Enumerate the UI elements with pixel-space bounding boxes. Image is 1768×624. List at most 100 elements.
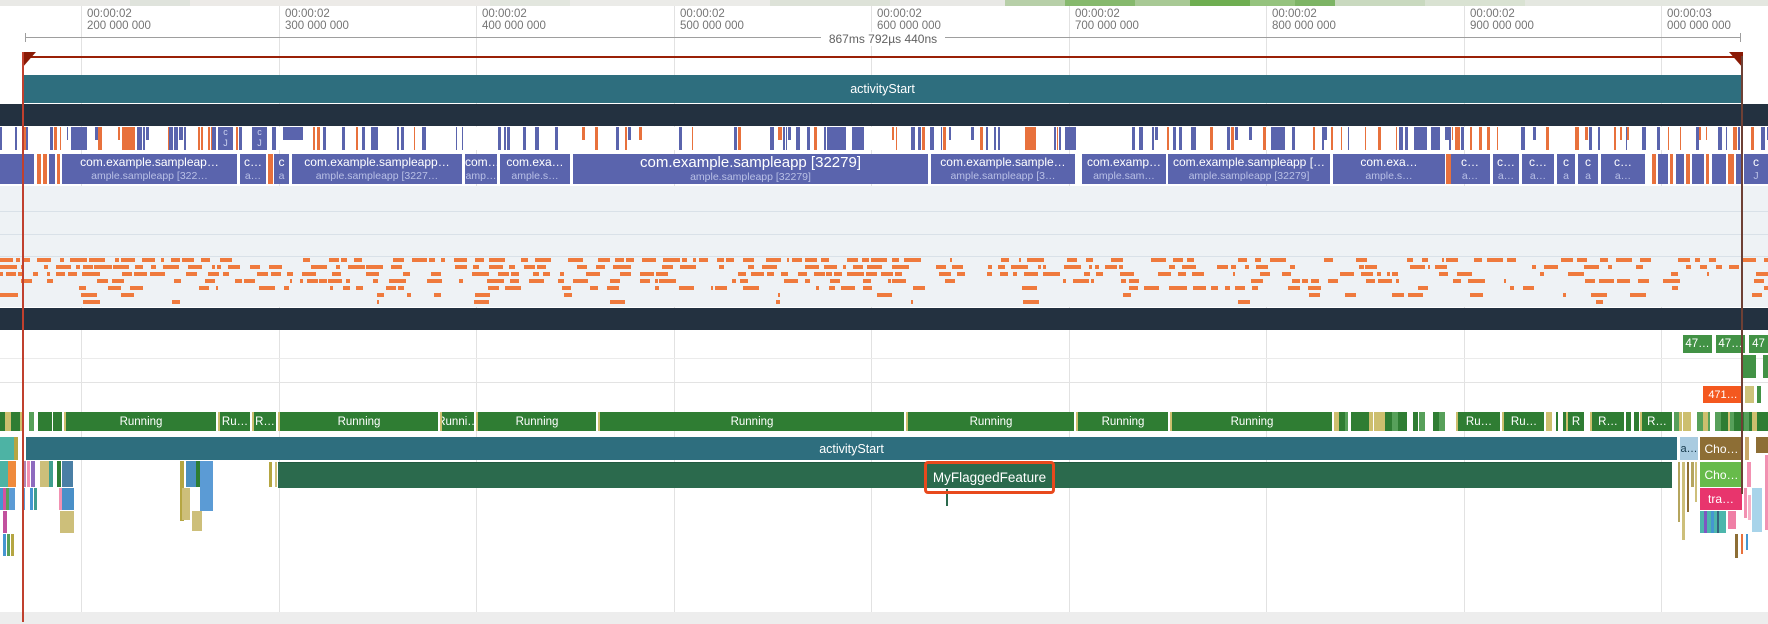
process-slice[interactable]: com.example.sample…ample.sampleapp [3… xyxy=(931,154,1075,184)
scatter-dash xyxy=(188,265,202,269)
badge-cho-green[interactable]: Cho… xyxy=(1700,462,1743,487)
scatter-dash xyxy=(1256,265,1268,269)
process-slice[interactable]: ca xyxy=(1578,154,1598,184)
running-segment[interactable]: Running xyxy=(278,412,438,431)
scatter-dash xyxy=(988,265,992,269)
scatter-dash xyxy=(257,272,268,276)
scatter-dash xyxy=(171,258,180,262)
running-segment[interactable]: Ru… xyxy=(1502,412,1544,431)
scatter-dash xyxy=(0,272,3,276)
process-slice[interactable]: com.example.sampleapp […ample.sampleapp … xyxy=(1168,154,1330,184)
scatter-dash xyxy=(1563,293,1566,297)
badge-a[interactable]: a… xyxy=(1680,437,1698,460)
process-slice[interactable]: com.examp…ample.sam… xyxy=(1082,154,1166,184)
scatter-dash xyxy=(936,265,947,269)
process-slice[interactable]: com.exa…ample.s… xyxy=(1333,154,1445,184)
scatter-dash xyxy=(816,286,819,290)
running-segment[interactable]: Running xyxy=(1170,412,1332,431)
running-segment[interactable]: R xyxy=(1566,412,1584,431)
running-segment[interactable]: R… xyxy=(252,412,276,431)
badge-471-green-sliver[interactable] xyxy=(1757,386,1761,403)
running-segment[interactable]: Ru… xyxy=(1456,412,1500,431)
cpu-running-track[interactable]: RunningRu…R…RunningRunni…RunningRunningR… xyxy=(0,412,1768,431)
scatter-dash xyxy=(142,258,156,262)
process-slice[interactable]: c…a… xyxy=(1493,154,1519,184)
slice-activity-start-1[interactable]: activityStart xyxy=(22,75,1743,103)
scatter-dash xyxy=(1086,258,1093,262)
process-slice[interactable]: com.exa…ample.s… xyxy=(500,154,570,184)
tick-bar xyxy=(1396,127,1397,150)
tick-bar xyxy=(179,127,183,140)
thread-state-tick-row[interactable]: c Jc J xyxy=(0,127,1768,150)
process-slice[interactable]: com.example.sampleap…ample.sampleapp [32… xyxy=(62,154,237,184)
scatter-dash xyxy=(391,265,402,269)
scatter-dash xyxy=(814,272,825,276)
tick-bar xyxy=(1399,127,1402,150)
green-block[interactable] xyxy=(1763,355,1768,378)
fragment xyxy=(182,488,190,520)
process-slice[interactable]: c…a… xyxy=(1601,154,1645,184)
badge-47[interactable]: 47… xyxy=(1683,335,1712,353)
running-segment[interactable]: R… xyxy=(1640,412,1672,431)
scatter-dash xyxy=(163,265,179,269)
running-segment[interactable]: Runni… xyxy=(440,412,474,431)
selected-slice-highlight[interactable]: MyFlaggedFeature xyxy=(924,461,1055,494)
process-slice[interactable]: cJ xyxy=(1744,154,1768,184)
scatter-dash xyxy=(441,258,446,262)
tick-bar xyxy=(1263,127,1266,150)
running-segment[interactable]: Running xyxy=(598,412,904,431)
trace-viewer-canvas[interactable]: 00:00:02 200 000 00000:00:02 300 000 000… xyxy=(0,0,1768,624)
tick-bar xyxy=(986,127,988,150)
cursor-line-right[interactable] xyxy=(1741,56,1743,494)
tick-bar-labeled[interactable]: c J xyxy=(252,127,267,150)
process-slice[interactable]: com.example.sampleapp [32279]ample.sampl… xyxy=(573,154,928,184)
process-fragment xyxy=(37,154,41,184)
process-slice[interactable]: com…amp… xyxy=(465,154,497,184)
fragment xyxy=(3,511,7,533)
slice-activity-start-2[interactable]: activityStart xyxy=(26,437,1677,460)
process-slice[interactable]: c…a… xyxy=(1450,154,1490,184)
cursor-line-left[interactable] xyxy=(22,52,24,622)
track-summary-band-1[interactable] xyxy=(0,104,1768,126)
tick-bar xyxy=(26,127,27,150)
running-segment[interactable]: Ru… xyxy=(218,412,250,431)
badge-471[interactable]: 471… xyxy=(1703,386,1743,403)
scatter-dash xyxy=(642,258,656,262)
scatter-dash xyxy=(1302,279,1308,283)
process-fragment xyxy=(1712,154,1726,184)
process-slice-name: com.examp… xyxy=(1082,155,1166,170)
scatter-dash xyxy=(498,272,510,276)
scatter-dash xyxy=(487,279,504,283)
span-marker-flag-left[interactable] xyxy=(22,52,36,68)
badge-tra[interactable]: tra… xyxy=(1700,488,1742,510)
scatter-dash xyxy=(134,272,147,276)
scatter-dash xyxy=(573,279,588,283)
process-slice[interactable]: c…a… xyxy=(1522,154,1554,184)
tick-bar-labeled[interactable]: c J xyxy=(218,127,233,150)
process-slice[interactable]: com.example.sampleapp…ample.sampleapp [3… xyxy=(292,154,462,184)
badge-47[interactable]: 47 xyxy=(1749,335,1768,353)
badge-cho-olive[interactable]: Cho… xyxy=(1700,437,1743,460)
running-segment[interactable]: Running xyxy=(64,412,216,431)
scatter-dash xyxy=(778,293,780,297)
green-block[interactable] xyxy=(1743,355,1756,378)
scatter-dash xyxy=(535,258,550,262)
running-segment[interactable]: Running xyxy=(1076,412,1168,431)
fragment xyxy=(1735,534,1738,558)
process-slice[interactable]: c…a… xyxy=(240,154,266,184)
track-summary-band-2[interactable] xyxy=(0,308,1768,330)
scatter-dash xyxy=(346,279,350,283)
process-track[interactable]: com.example.sampleap…ample.sampleapp [32… xyxy=(0,154,1768,184)
badge-471-khaki-block[interactable] xyxy=(1745,386,1754,403)
scatter-dash xyxy=(474,300,489,304)
scatter-dash xyxy=(1504,279,1506,283)
process-slice[interactable]: ca xyxy=(274,154,289,184)
process-slice[interactable]: ca xyxy=(1557,154,1575,184)
scatter-dash xyxy=(640,272,654,276)
running-segment[interactable]: Running xyxy=(476,412,596,431)
scatter-dash xyxy=(1282,272,1291,276)
running-segment[interactable]: Running xyxy=(906,412,1074,431)
scatter-dash xyxy=(1120,272,1134,276)
running-segment[interactable]: R… xyxy=(1590,412,1624,431)
tick-bar xyxy=(1173,127,1176,150)
